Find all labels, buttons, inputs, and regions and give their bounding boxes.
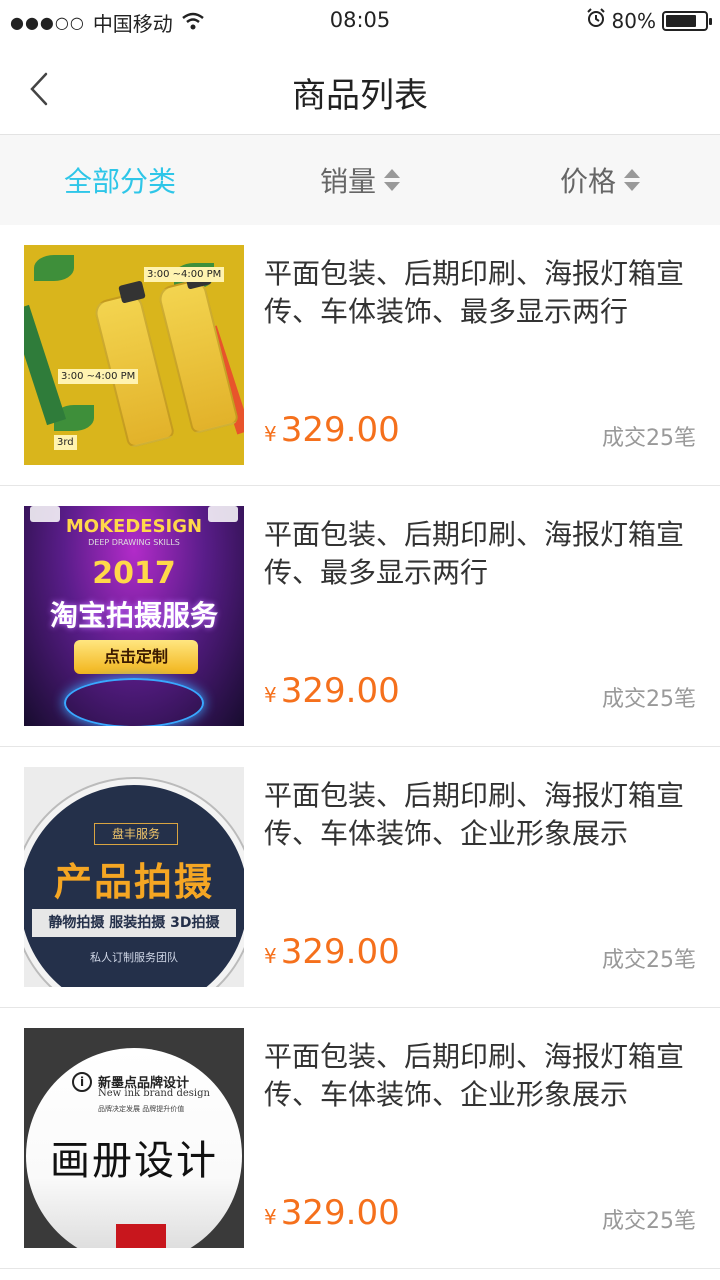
thumb-band: 静物拍摄 服装拍摄 3D拍摄 <box>32 909 236 937</box>
page-title: 商品列表 <box>292 76 428 116</box>
product-sales: 成交25笔 <box>602 426 696 451</box>
thumb-brand-en: New ink brand design <box>98 1088 210 1099</box>
price-amount: 329.00 <box>280 1193 400 1233</box>
price-amount: 329.00 <box>280 671 400 711</box>
thumb-small-text: 私人订制服务团队 <box>90 951 178 964</box>
product-title: 平面包装、后期印刷、海报灯箱宣传、车体装饰、企业形象展示 <box>264 779 685 850</box>
sort-icon <box>624 168 640 192</box>
price-currency: ¥ <box>264 683 277 707</box>
price-currency: ¥ <box>264 422 277 446</box>
filter-tab-label: 价格 <box>559 165 616 198</box>
price-amount: 329.00 <box>280 410 400 450</box>
product-thumbnail: 3:00 ~4:00 PM 3:00 ~4:00 PM 3rd <box>24 245 244 465</box>
filter-tab-sales[interactable]: 销量 <box>240 135 480 225</box>
product-list: 3:00 ~4:00 PM 3:00 ~4:00 PM 3rd 平面包装、后期印… <box>0 225 720 1269</box>
product-price: ¥ 329.00 <box>264 410 400 450</box>
product-price: ¥ 329.00 <box>264 671 400 711</box>
thumb-tag: 3:00 ~4:00 PM <box>58 369 139 384</box>
filter-tab-price[interactable]: 价格 <box>480 135 720 225</box>
thumb-slogan: 品牌决定发展 品牌提升价值 <box>98 1105 185 1113</box>
thumb-headline: 产品拍摄 <box>53 860 214 904</box>
product-price: ¥ 329.00 <box>264 1193 400 1233</box>
nav-bar: 商品列表 <box>0 44 720 135</box>
thumb-headline: 画册设计 <box>50 1138 218 1184</box>
product-title: 平面包装、后期印刷、海报灯箱宣传、车体装饰、企业形象展示 <box>264 1040 685 1111</box>
price-amount: 329.00 <box>280 932 400 972</box>
brand-logo-icon: i <box>72 1072 92 1092</box>
thumb-tag: 3rd <box>54 435 77 450</box>
alarm-icon <box>586 8 606 33</box>
label-strip <box>24 304 67 426</box>
thumb-button: 点击定制 <box>74 640 198 674</box>
thumb-tagline: 盘丰服务 <box>94 823 178 845</box>
battery-percent: 80% <box>611 8 656 33</box>
product-sales: 成交25笔 <box>602 948 696 973</box>
product-item[interactable]: 3:00 ~4:00 PM 3:00 ~4:00 PM 3rd 平面包装、后期印… <box>0 225 720 486</box>
thumb-tag: 3:00 ~4:00 PM <box>144 267 225 282</box>
product-sales: 成交25笔 <box>602 1209 696 1234</box>
filter-tab-label: 全部分类 <box>63 165 176 198</box>
price-currency: ¥ <box>264 944 277 968</box>
product-thumbnail: i 新墨点品牌设计 New ink brand design 品牌决定发展 品牌… <box>24 1028 244 1248</box>
battery-fill <box>666 14 696 27</box>
leaf-shape <box>34 255 74 281</box>
product-title: 平面包装、后期印刷、海报灯箱宣传、最多显示两行 <box>264 518 685 589</box>
product-item[interactable]: i 新墨点品牌设计 New ink brand design 品牌决定发展 品牌… <box>0 1008 720 1269</box>
status-bar: ●●●○○ 中国移动 08:05 80% <box>0 0 720 44</box>
sort-icon <box>384 168 400 192</box>
battery-icon <box>662 10 712 31</box>
thumb-brand: MOKEDESIGN <box>65 516 203 537</box>
thumb-red-block <box>116 1224 166 1248</box>
product-item[interactable]: MOKEDESIGN DEEP DRAWING SKILLS 2017 淘宝拍摄… <box>0 486 720 747</box>
thumb-year: 2017 <box>92 556 176 591</box>
product-sales: 成交25笔 <box>602 687 696 712</box>
product-title: 平面包装、后期印刷、海报灯箱宣传、车体装饰、最多显示两行 <box>264 257 685 328</box>
product-thumbnail: MOKEDESIGN DEEP DRAWING SKILLS 2017 淘宝拍摄… <box>24 506 244 726</box>
filter-tab-all-categories[interactable]: 全部分类 <box>0 135 240 225</box>
product-price: ¥ 329.00 <box>264 932 400 972</box>
bottle-cap <box>118 280 146 304</box>
thumb-ring <box>64 678 204 726</box>
status-right: 80% <box>586 8 712 33</box>
product-thumbnail: 盘丰服务 产品拍摄 静物拍摄 服装拍摄 3D拍摄 私人订制服务团队 <box>24 767 244 987</box>
thumb-headline: 淘宝拍摄服务 <box>49 599 218 632</box>
filter-tab-label: 销量 <box>319 165 376 198</box>
filter-bar: 全部分类 销量 价格 <box>0 135 720 225</box>
product-item[interactable]: 盘丰服务 产品拍摄 静物拍摄 服装拍摄 3D拍摄 私人订制服务团队 平面包装、后… <box>0 747 720 1008</box>
price-currency: ¥ <box>264 1205 277 1229</box>
thumb-sub: DEEP DRAWING SKILLS <box>88 538 180 547</box>
